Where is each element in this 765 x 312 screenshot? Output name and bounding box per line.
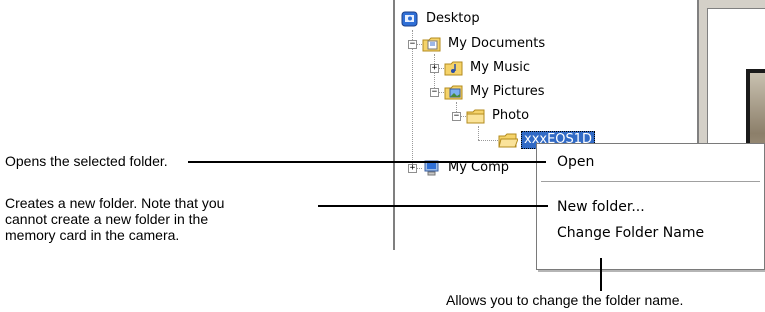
pictures-folder-icon — [444, 83, 464, 101]
annotation-new-folder: Creates a new folder. Note that you cann… — [5, 195, 224, 243]
tree-line — [412, 30, 413, 168]
annotation-line: Creates a new folder. Note that you — [5, 195, 225, 211]
music-folder-icon — [444, 59, 464, 77]
tree-item-my-music[interactable]: My Music — [444, 57, 533, 79]
tree-line — [478, 126, 479, 140]
menu-separator — [541, 181, 760, 183]
leader-line-new-folder — [318, 205, 548, 207]
annotation-line: memory card in the camera. — [5, 227, 180, 243]
folder-icon — [466, 107, 486, 125]
tree-line — [478, 140, 500, 141]
annotation-change-name: Allows you to change the folder name. — [446, 292, 684, 308]
menu-item-change-folder-name[interactable]: Change Folder Name — [557, 225, 704, 241]
tree-item-label: My Pictures — [470, 84, 545, 99]
menu-item-open[interactable]: Open — [557, 154, 594, 170]
tree-item-desktop[interactable]: Desktop — [400, 8, 483, 30]
collapse-expander[interactable]: − — [430, 88, 439, 97]
leader-line-change-name — [600, 258, 602, 291]
tree-item-photo[interactable]: Photo — [466, 105, 532, 127]
tree-item-label: My Documents — [448, 36, 546, 51]
tree-item-label: Desktop — [426, 11, 480, 26]
expand-expander[interactable]: + — [408, 164, 417, 173]
tree-item-label: My Music — [470, 60, 531, 75]
open-folder-icon — [498, 131, 519, 149]
tree-item-my-pictures[interactable]: My Pictures — [444, 81, 548, 103]
documents-folder-icon — [422, 35, 442, 53]
desktop-icon — [400, 10, 420, 28]
annotation-line: cannot create a new folder in the — [5, 211, 209, 227]
menu-item-new-folder[interactable]: New folder... — [557, 199, 645, 215]
leader-line-open — [188, 161, 546, 163]
expand-expander[interactable]: + — [430, 64, 439, 73]
tree-item-label: Photo — [492, 108, 530, 123]
context-menu: Open New folder... Change Folder Name — [536, 143, 765, 270]
collapse-expander[interactable]: − — [408, 40, 417, 49]
annotation-open: Opens the selected folder. — [5, 153, 168, 169]
tree-item-my-documents[interactable]: My Documents — [422, 33, 548, 55]
collapse-expander[interactable]: − — [452, 112, 461, 121]
